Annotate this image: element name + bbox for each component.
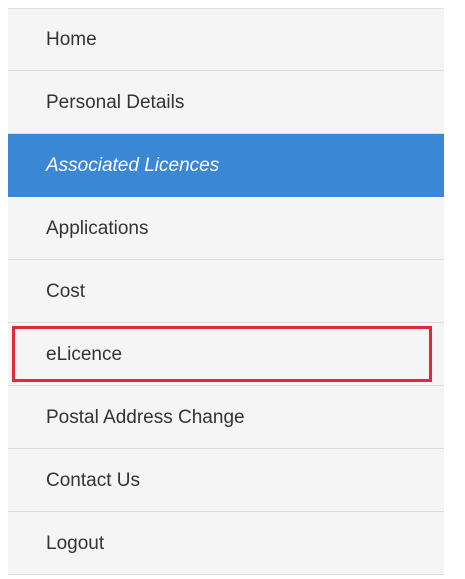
nav-item-applications[interactable]: Applications	[8, 197, 444, 260]
nav-item-label: Cost	[46, 281, 86, 302]
nav-item-personal-details[interactable]: Personal Details	[8, 71, 444, 134]
nav-item-associated-licences[interactable]: Associated Licences	[8, 134, 444, 197]
nav-item-elicence[interactable]: eLicence	[8, 323, 444, 386]
nav-item-label: Postal Address Change	[46, 407, 245, 428]
nav-item-label: Applications	[46, 218, 149, 239]
nav-item-label: Contact Us	[46, 470, 140, 491]
nav-item-label: Home	[46, 29, 97, 50]
nav-item-postal-address-change[interactable]: Postal Address Change	[8, 386, 444, 449]
nav-item-contact-us[interactable]: Contact Us	[8, 449, 444, 512]
nav-item-label: eLicence	[46, 344, 123, 365]
nav-item-home[interactable]: Home	[8, 9, 444, 71]
nav-item-label: Personal Details	[46, 92, 185, 113]
sidebar-nav: Home Personal Details Associated Licence…	[8, 8, 444, 575]
nav-item-logout[interactable]: Logout	[8, 512, 444, 575]
nav-item-label: Associated Licences	[46, 155, 220, 176]
nav-item-cost[interactable]: Cost	[8, 260, 444, 323]
nav-item-label: Logout	[46, 533, 105, 554]
